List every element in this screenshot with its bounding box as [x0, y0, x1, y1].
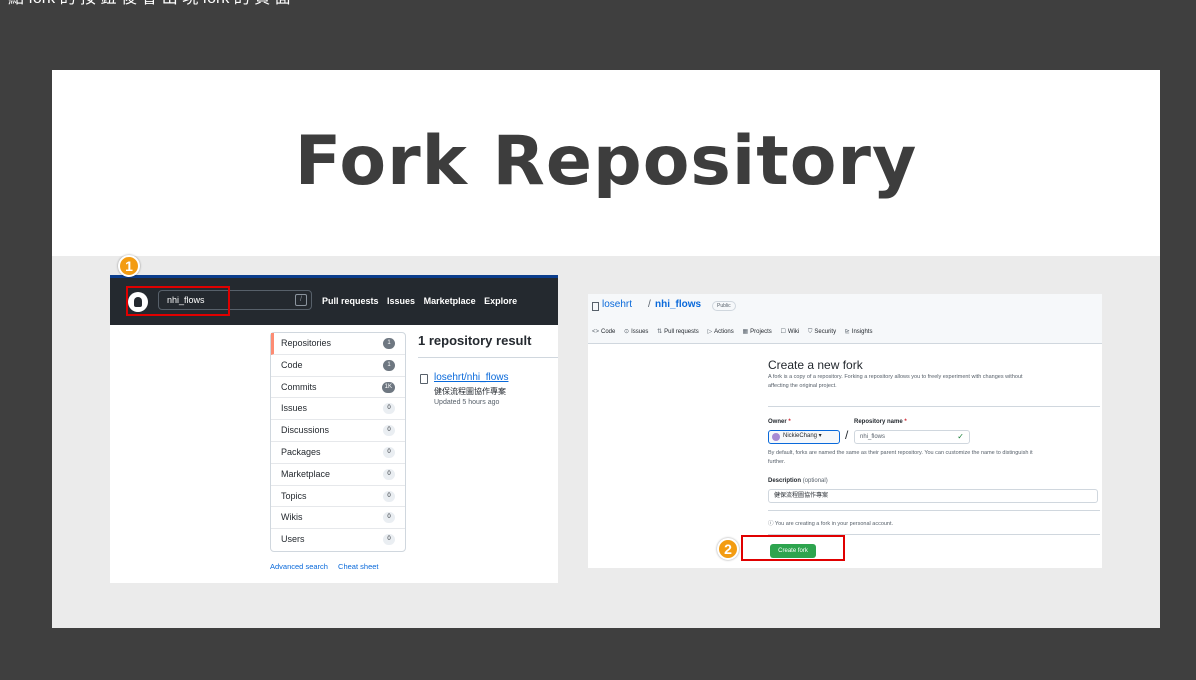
filter-issues[interactable]: Issues 0	[271, 398, 405, 421]
issues-icon: ⊙	[624, 329, 630, 335]
result-count-heading: 1 repository result	[418, 333, 532, 348]
description-input[interactable]: 健保流程圖協作專案	[768, 489, 1098, 503]
filter-count: 0	[383, 468, 395, 480]
tab-projects[interactable]: ▦ Projects	[742, 329, 771, 335]
repo-icon	[592, 302, 599, 311]
filter-count: 1	[383, 338, 395, 349]
filter-count: 0	[383, 403, 395, 415]
filter-count: 0	[383, 446, 395, 458]
filter-users[interactable]: Users 0	[271, 529, 405, 551]
description-label: Description (optional)	[768, 478, 828, 484]
repo-name-link[interactable]: nhi_flows	[655, 299, 701, 310]
repo-header: losehrt / nhi_flows Public <> Code ⊙ Issue…	[588, 294, 1102, 344]
owner-select[interactable]: NickieChang ▾	[768, 430, 840, 444]
shield-icon: ⛉	[807, 329, 813, 335]
check-icon: ✓	[957, 432, 964, 441]
repo-owner-link[interactable]: losehrt	[602, 299, 632, 310]
create-fork-subtitle-line1: A fork is a copy of a repository. Forkin…	[768, 374, 1023, 380]
filter-packages[interactable]: Packages 0	[271, 442, 405, 464]
search-filter-menu: Repositories 1 Code 1 Commits 1K Issues 0 Di…	[270, 332, 406, 552]
tab-security[interactable]: ⛉ Security	[808, 329, 836, 335]
pull-request-icon: ⇅	[657, 329, 663, 335]
filter-count: 0	[383, 512, 395, 524]
filter-count: 0	[383, 534, 395, 546]
actions-icon: ▷	[707, 329, 713, 335]
create-fork-heading: Create a new fork	[768, 358, 863, 372]
filter-count: 0	[383, 490, 395, 502]
divider	[768, 510, 1100, 511]
cheat-sheet-link[interactable]: Cheat sheet	[338, 562, 378, 571]
wiki-icon: ☐	[780, 329, 786, 335]
result-repo-description: 健保流程圖協作專案	[434, 387, 506, 396]
slide-title: Fork Repository	[294, 122, 918, 201]
code-icon: <>	[592, 329, 600, 335]
filter-count: 1	[383, 359, 395, 371]
divider	[418, 357, 558, 358]
filter-topics[interactable]: Topics 0	[271, 486, 405, 508]
search-shortcut-key: /	[295, 294, 307, 306]
filter-code[interactable]: Code 1	[271, 355, 405, 377]
tab-pull-requests[interactable]: ⇅ Pull requests	[657, 329, 699, 335]
default-name-note-line2: further.	[768, 459, 786, 465]
default-name-note-line1: By default, forks are named the same as …	[768, 450, 1033, 456]
header-nav: Pull requests Issues Marketplace Explore	[322, 296, 523, 306]
nav-marketplace[interactable]: Marketplace	[424, 296, 476, 306]
tab-issues[interactable]: ⊙ Issues	[624, 329, 648, 335]
github-header: nhi_flows / Pull requests Issues Marketp…	[110, 275, 558, 325]
result-repo-link[interactable]: losehrt/nhi_flows	[434, 372, 508, 383]
repository-name-value: nhi_flows	[860, 434, 886, 440]
filter-count: 0	[383, 425, 395, 437]
title-band: Fork Repository	[52, 70, 1160, 256]
projects-icon: ▦	[742, 329, 749, 335]
highlight-box-search	[126, 286, 230, 316]
filter-commits[interactable]: Commits 1K	[271, 377, 405, 399]
step-marker-2: 2	[717, 538, 739, 560]
divider	[768, 406, 1100, 407]
description-value: 健保流程圖協作專案	[774, 493, 829, 499]
step-marker-1: 1	[118, 255, 140, 277]
tab-wiki[interactable]: ☐ Wiki	[780, 329, 799, 335]
page: 點 fork 的 按 鈕 後 會 出 現 fork 的 頁 面 Fork Rep…	[0, 0, 1196, 680]
filter-repositories[interactable]: Repositories 1	[271, 333, 405, 355]
nav-issues[interactable]: Issues	[387, 296, 415, 306]
filter-marketplace[interactable]: Marketplace 0	[271, 464, 405, 486]
create-fork-subtitle-line2: affecting the original project.	[768, 383, 837, 389]
nav-pull-requests[interactable]: Pull requests	[322, 296, 379, 306]
owner-repo-separator: /	[845, 428, 849, 442]
tab-code[interactable]: <> Code	[592, 329, 615, 335]
filter-wikis[interactable]: Wikis 0	[271, 507, 405, 530]
highlight-box-create-fork	[741, 535, 845, 561]
top-caption: 點 fork 的 按 鈕 後 會 出 現 fork 的 頁 面	[0, 0, 1196, 8]
create-fork-screenshot: losehrt / nhi_flows Public <> Code ⊙ Issue…	[588, 294, 1102, 568]
nav-explore[interactable]: Explore	[484, 296, 517, 306]
graph-icon: ⊵	[844, 329, 850, 335]
owner-select-value: NickieChang ▾	[783, 433, 822, 439]
search-help-links: Advanced search Cheat sheet	[270, 562, 387, 571]
owner-label: Owner *	[768, 419, 791, 425]
tab-insights[interactable]: ⊵ Insights	[845, 329, 873, 335]
filter-count: 1K	[381, 381, 395, 393]
result-repo-updated: Updated 5 hours ago	[434, 399, 500, 406]
avatar	[772, 433, 780, 441]
visibility-badge: Public	[712, 301, 736, 311]
filter-discussions[interactable]: Discussions 0	[271, 420, 405, 442]
tab-actions[interactable]: ▷ Actions	[707, 329, 733, 335]
repo-tabs: <> Code ⊙ Issues ⇅ Pull requests ▷ Actions ▦…	[592, 328, 879, 336]
repo-path-separator: /	[648, 299, 651, 310]
repository-name-input[interactable]: nhi_flows ✓	[854, 430, 970, 444]
repository-name-label: Repository name *	[854, 419, 907, 425]
repo-icon	[420, 374, 428, 384]
advanced-search-link[interactable]: Advanced search	[270, 562, 328, 571]
personal-account-info: ⓘ You are creating a fork in your person…	[768, 521, 894, 527]
search-results-screenshot: nhi_flows / Pull requests Issues Marketp…	[110, 275, 558, 583]
